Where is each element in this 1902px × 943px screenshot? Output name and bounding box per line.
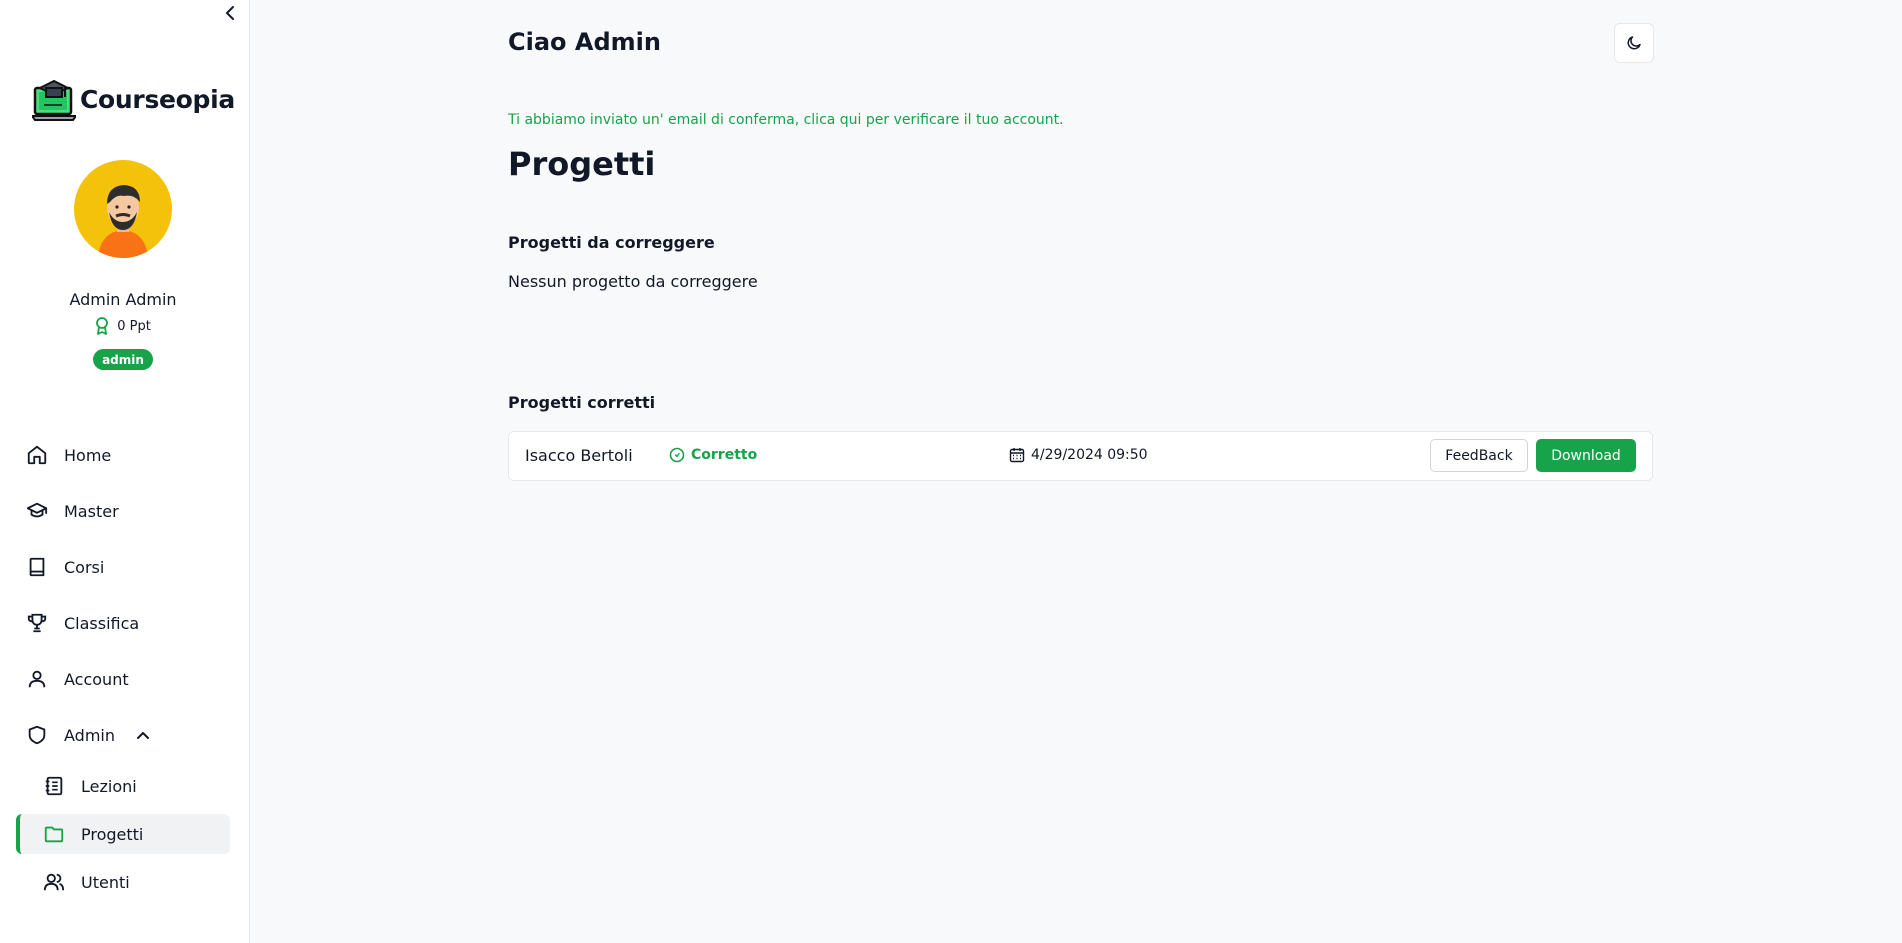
sidebar-item-home[interactable]: Home: [26, 437, 111, 473]
sidebar-item-label: Admin: [64, 725, 115, 745]
project-status-label: Corretto: [691, 447, 758, 463]
sidebar-item-account[interactable]: Account: [26, 661, 129, 697]
download-button[interactable]: Download: [1536, 439, 1636, 472]
brand[interactable]: Courseopia: [32, 76, 235, 122]
sidebar-item-corsi[interactable]: Corsi: [26, 549, 104, 585]
moon-icon: [1627, 36, 1641, 50]
award-icon: [96, 317, 109, 335]
section-title-corrected: Progetti corretti: [508, 393, 656, 412]
home-icon: [27, 445, 47, 465]
project-date-value: 4/29/2024 09:50: [1031, 447, 1148, 463]
logo-icon: [32, 79, 76, 121]
sidebar-item-label: Home: [64, 445, 112, 465]
calendar-icon: [1009, 448, 1025, 463]
sidebar-item-progetti[interactable]: Progetti: [16, 814, 230, 854]
app-root: Courseopia Admin Admin 0 Ppt admin Home …: [0, 0, 1902, 943]
user-icon: [28, 670, 46, 688]
avatar-illustration: [98, 185, 148, 258]
project-status: Corretto: [669, 447, 757, 463]
sidebar: Courseopia Admin Admin 0 Ppt admin Home …: [0, 0, 250, 943]
brand-name: Courseopia: [80, 84, 235, 114]
chevron-left-icon: [226, 6, 234, 20]
graduation-cap-icon: [26, 502, 48, 518]
points-value: 0 Ppt: [117, 318, 151, 334]
sidebar-item-label: Account: [64, 669, 129, 689]
sidebar-item-admin[interactable]: Admin: [26, 717, 151, 753]
sidebar-item-classifica[interactable]: Classifica: [26, 605, 139, 641]
project-row: Isacco Bertoli Corretto 4/29/2024 09:50 …: [508, 431, 1653, 481]
project-date: 4/29/2024 09:50: [1009, 447, 1148, 463]
collapse-sidebar-button[interactable]: [220, 2, 240, 24]
users-icon: [43, 873, 65, 891]
empty-state-text: Nessun progetto da correggere: [508, 272, 758, 291]
sidebar-item-label: Classifica: [64, 613, 140, 633]
greeting: Ciao Admin: [508, 28, 661, 56]
main-content: Ciao Admin Ti abbiamo inviato un' email …: [251, 0, 1902, 943]
role-badge: admin: [93, 349, 153, 370]
sidebar-item-lezioni[interactable]: Lezioni: [16, 766, 230, 806]
feedback-button[interactable]: FeedBack: [1430, 439, 1528, 472]
sidebar-item-label: Progetti: [81, 824, 144, 844]
project-student-name: Isacco Bertoli: [525, 446, 633, 465]
folder-icon: [44, 826, 64, 843]
avatar: [74, 160, 172, 258]
trophy-icon: [27, 613, 47, 633]
notebook-icon: [45, 776, 63, 796]
book-icon: [29, 557, 45, 577]
user-name: Admin Admin: [69, 290, 177, 309]
sidebar-item-utenti[interactable]: Utenti: [16, 862, 230, 902]
section-title-to-correct: Progetti da correggere: [508, 233, 715, 252]
chevron-up-icon: [137, 732, 149, 739]
verify-email-link[interactable]: Ti abbiamo inviato un' email di conferma…: [508, 112, 1064, 128]
sidebar-item-label: Utenti: [81, 872, 130, 892]
sidebar-item-label: Lezioni: [81, 776, 137, 796]
sidebar-item-master[interactable]: Master: [26, 493, 119, 529]
sidebar-item-label: Corsi: [64, 557, 105, 577]
shield-icon: [28, 725, 46, 745]
check-circle-icon: [669, 447, 685, 463]
user-points: 0 Ppt: [0, 317, 246, 335]
page-title: Progetti: [508, 145, 656, 183]
theme-toggle-button[interactable]: [1614, 23, 1654, 63]
sidebar-item-label: Master: [64, 501, 119, 521]
